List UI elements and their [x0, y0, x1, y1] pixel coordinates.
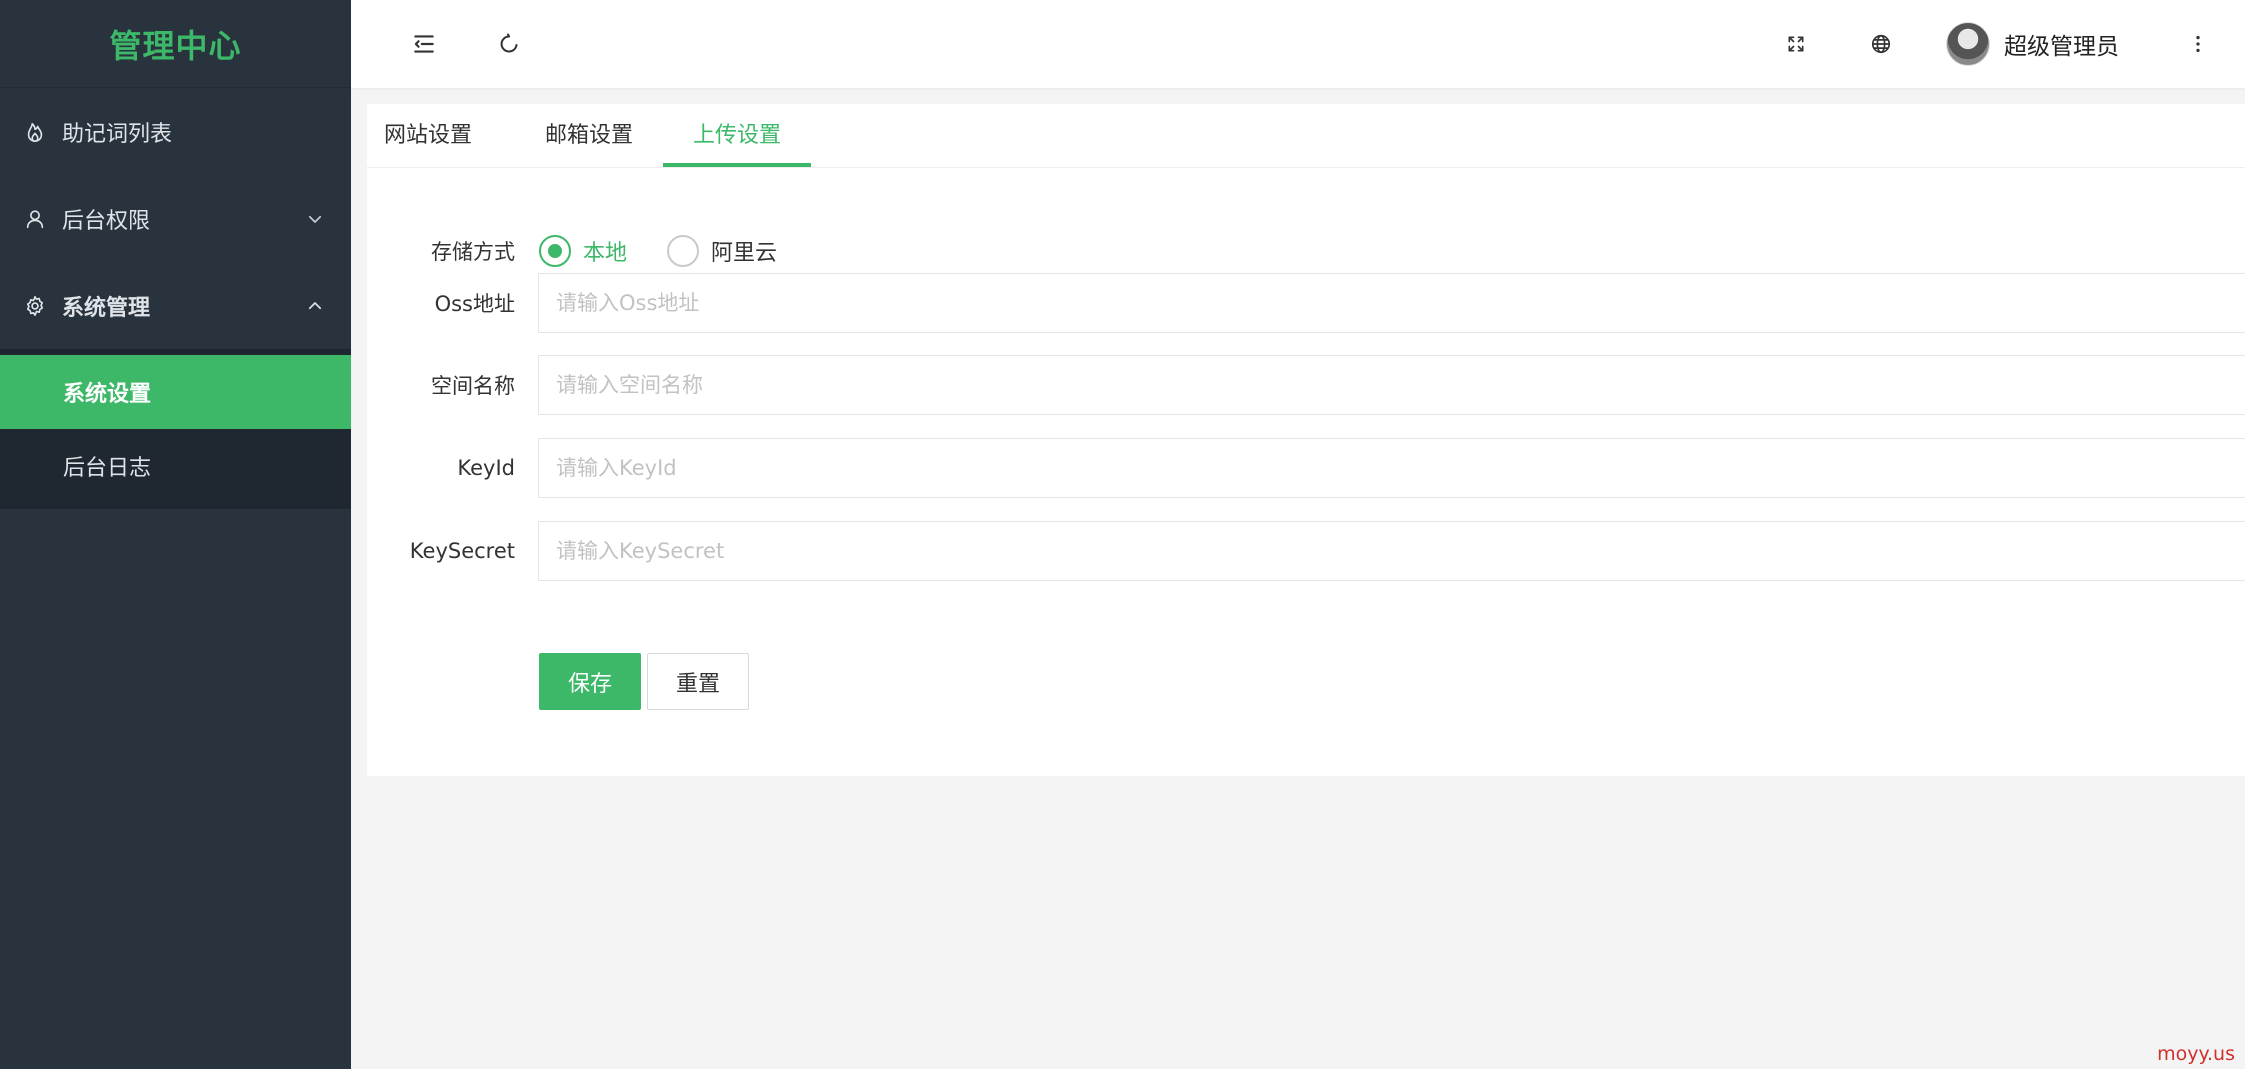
top-header: 超级管理员 — [351, 0, 2245, 88]
storage-method-row: 存储方式 本地 阿里云 — [367, 221, 2245, 281]
active-tab-indicator — [663, 163, 811, 167]
space-name-row: 空间名称 — [367, 355, 2245, 415]
submenu-system-management: 系统设置 后台日志 — [0, 349, 351, 509]
save-button[interactable]: 保存 — [539, 653, 641, 710]
storage-method-label: 存储方式 — [431, 240, 515, 264]
user-menu[interactable]: 超级管理员 — [1946, 20, 2119, 68]
oss-address-label: Oss地址 — [434, 292, 515, 316]
sidebar-item-label: 后台权限 — [62, 208, 151, 234]
storage-radio-local[interactable]: 本地 — [539, 221, 627, 281]
keysecret-row: KeySecret — [367, 521, 2245, 581]
storage-radio-aliyun[interactable]: 阿里云 — [667, 221, 777, 281]
fire-icon — [22, 119, 48, 145]
keyid-row: KeyId — [367, 438, 2245, 498]
radio-checked-icon — [539, 235, 571, 267]
sidebar-item-system-management[interactable]: 系统管理 — [0, 262, 351, 349]
sidebar: 管理中心 助记词列表 后台权限 系统管理 系统设置 后台日志 — [0, 0, 351, 1069]
refresh-icon[interactable] — [491, 26, 527, 62]
settings-tabs: 网站设置 邮箱设置 上传设置 — [367, 104, 2245, 168]
menu-fold-icon[interactable] — [406, 26, 442, 62]
oss-address-row: Oss地址 — [367, 273, 2245, 333]
radio-unchecked-icon — [667, 235, 699, 267]
tab-upload-settings[interactable]: 上传设置 — [663, 104, 811, 168]
oss-address-input[interactable] — [538, 273, 2245, 333]
space-name-input[interactable] — [538, 355, 2245, 415]
sidebar-item-mnemonic-list[interactable]: 助记词列表 — [0, 88, 351, 175]
keysecret-label: KeySecret — [409, 539, 515, 563]
reset-button[interactable]: 重置 — [647, 653, 749, 710]
keysecret-input[interactable] — [538, 521, 2245, 581]
sidebar-item-admin-logs[interactable]: 后台日志 — [0, 429, 351, 503]
user-name: 超级管理员 — [2004, 34, 2119, 60]
space-name-label: 空间名称 — [431, 374, 515, 398]
more-vertical-icon[interactable] — [2180, 26, 2216, 62]
radio-label: 本地 — [583, 241, 628, 266]
avatar — [1946, 22, 1990, 66]
fullscreen-icon[interactable] — [1778, 26, 1814, 62]
user-icon — [22, 206, 48, 232]
watermark-text: moyy.us — [2157, 1043, 2235, 1065]
sidebar-item-system-settings[interactable]: 系统设置 — [0, 355, 351, 429]
chevron-down-icon — [305, 209, 325, 229]
keyid-label: KeyId — [457, 456, 515, 480]
gear-icon — [22, 293, 48, 319]
globe-icon[interactable] — [1863, 26, 1899, 62]
chevron-up-icon — [305, 296, 325, 316]
settings-card: 网站设置 邮箱设置 上传设置 存储方式 本地 阿里云 Oss地址 空间名称 Ke… — [367, 104, 2245, 776]
tab-website-settings[interactable]: 网站设置 — [373, 104, 483, 168]
tab-email-settings[interactable]: 邮箱设置 — [534, 104, 644, 168]
sidebar-item-label: 系统管理 — [62, 295, 151, 321]
keyid-input[interactable] — [538, 438, 2245, 498]
sidebar-item-label: 助记词列表 — [62, 121, 173, 147]
app-logo: 管理中心 — [0, 0, 351, 88]
radio-label: 阿里云 — [711, 241, 778, 266]
sidebar-item-admin-permissions[interactable]: 后台权限 — [0, 175, 351, 262]
